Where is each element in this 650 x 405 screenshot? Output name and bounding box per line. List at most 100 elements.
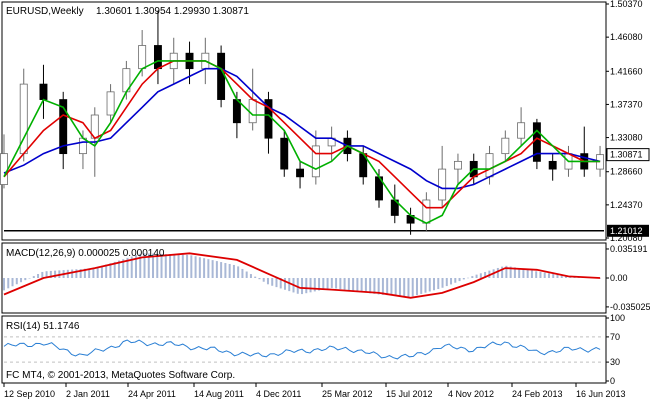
candle-body <box>296 168 305 178</box>
macd-histogram-bar <box>386 278 389 296</box>
macd-histogram-bar <box>335 278 338 289</box>
rsi-tick-label: 70 <box>610 332 620 342</box>
macd-histogram-bar <box>352 278 355 291</box>
macd-histogram-bar <box>547 273 550 278</box>
macd-histogram-bar <box>394 278 397 296</box>
time-tick-label: 4 Dec 2011 <box>256 389 301 399</box>
macd-histogram-bar <box>288 278 291 292</box>
macd-histogram-bar <box>305 278 308 294</box>
macd-histogram-bar <box>403 278 406 297</box>
price-tick-label: 1.33080 <box>610 133 643 143</box>
macd-histogram-bar <box>330 278 333 288</box>
macd-histogram-bar <box>11 278 14 287</box>
candle-body <box>548 160 557 170</box>
macd-histogram-bar <box>347 278 350 291</box>
price-tick-label: 1.46080 <box>610 32 643 42</box>
macd-label: MACD(12,26,9) 0.000025 0.000140 <box>6 248 165 259</box>
macd-histogram-bar <box>475 274 478 278</box>
candle-body <box>153 45 162 70</box>
candle-body <box>217 52 226 100</box>
time-tick-label: 24 Apr 2011 <box>128 389 176 399</box>
macd-histogram-bar <box>424 278 427 293</box>
macd-histogram-bar <box>194 256 197 278</box>
time-tick-label: 16 Jun 2013 <box>576 389 626 399</box>
price-tick-label: 1.24370 <box>610 200 643 210</box>
macd-histogram-bar <box>283 278 286 290</box>
rsi-tick-label: 30 <box>610 357 620 367</box>
macd-histogram-bar <box>415 278 418 296</box>
macd-histogram-bar <box>552 273 555 278</box>
price-tick-label: 1.37370 <box>610 99 643 109</box>
macd-histogram-bar <box>198 257 201 278</box>
macd-histogram-bar <box>450 278 453 285</box>
macd-histogram-bar <box>224 263 227 278</box>
macd-histogram-bar <box>343 278 346 290</box>
macd-histogram-bar <box>32 276 35 278</box>
copyright-watermark: FC MT4, © 2001-2013, MetaQuotes Software… <box>6 370 235 381</box>
macd-histogram-bar <box>228 263 231 278</box>
rsi-tick-label: 0 <box>610 376 615 386</box>
macd-histogram-bar <box>543 272 546 278</box>
macd-histogram-bar <box>428 278 431 292</box>
price-tick-label: 1.41660 <box>610 66 643 76</box>
macd-histogram-bar <box>526 269 529 278</box>
macd-histogram-bar <box>24 278 27 281</box>
macd-histogram-bar <box>71 269 74 278</box>
macd-histogram-bar <box>203 258 206 278</box>
macd-histogram-bar <box>220 262 223 278</box>
candle-body <box>39 83 48 100</box>
macd-histogram-bar <box>271 278 274 286</box>
macd-histogram-bar <box>535 271 538 278</box>
macd-histogram-bar <box>381 278 384 295</box>
macd-histogram-bar <box>249 274 252 278</box>
macd-histogram-bar <box>369 278 372 294</box>
candle-body <box>138 45 147 70</box>
time-tick-label: 15 Jul 2012 <box>386 389 433 399</box>
macd-histogram-bar <box>96 267 99 278</box>
macd-tick-label: 0.035191 <box>610 244 648 254</box>
macd-histogram-bar <box>301 278 304 295</box>
time-tick-label: 4 Nov 2012 <box>448 389 494 399</box>
macd-tick-label: 0.00 <box>610 273 628 283</box>
macd-histogram-bar <box>471 276 474 278</box>
macd-histogram-bar <box>7 278 10 289</box>
rsi-tick-label: 100 <box>610 313 625 323</box>
macd-histogram-bar <box>3 278 5 291</box>
symbol-label: EURUSD,Weekly <box>6 6 84 17</box>
macd-histogram-bar <box>360 278 363 293</box>
time-tick-label: 14 Aug 2011 <box>194 389 244 399</box>
macd-histogram-bar <box>164 254 167 278</box>
mt4-chart-window[interactable]: 1.50370 1.46080 1.41660 1.37370 1.33080 1.286… <box>0 0 650 400</box>
macd-histogram-bar <box>458 278 461 282</box>
macd-histogram-bar <box>54 270 57 278</box>
rsi-label: RSI(14) 51.1746 <box>6 321 80 332</box>
macd-histogram-bar <box>441 278 444 288</box>
macd-histogram-bar <box>37 274 40 278</box>
chart-canvas[interactable]: 1.50370 1.46080 1.41660 1.37370 1.33080 1.286… <box>0 0 650 400</box>
macd-histogram-bar <box>245 271 248 278</box>
current-price-label: 1.30871 <box>610 150 643 160</box>
macd-histogram-bar <box>437 278 440 290</box>
macd-histogram-bar <box>28 278 31 279</box>
time-tick-label: 25 Mar 2012 <box>322 389 373 399</box>
macd-histogram-bar <box>211 260 214 278</box>
candle-body <box>280 137 289 170</box>
macd-histogram-bar <box>173 254 176 278</box>
candle-body <box>517 122 526 139</box>
macd-histogram-bar <box>398 278 401 297</box>
macd-histogram-bar <box>309 278 312 293</box>
macd-histogram-bar <box>530 270 533 278</box>
macd-histogram-bar <box>454 278 457 283</box>
macd-histogram-bar <box>411 278 414 297</box>
macd-histogram-bar <box>433 278 436 291</box>
macd-histogram-bar <box>181 254 184 278</box>
macd-histogram-bar <box>241 268 244 278</box>
macd-histogram-bar <box>462 278 465 280</box>
macd-tick-label: -0.035025 <box>610 302 650 312</box>
time-tick-label: 24 Feb 2013 <box>512 389 563 399</box>
price-tick-label: 1.28660 <box>610 167 643 177</box>
macd-histogram-bar <box>373 278 376 294</box>
ohlc-label: 1.30601 1.30954 1.29930 1.30871 <box>96 6 249 17</box>
level-price-label: 1.21012 <box>610 226 643 236</box>
macd-histogram-bar <box>177 254 180 278</box>
